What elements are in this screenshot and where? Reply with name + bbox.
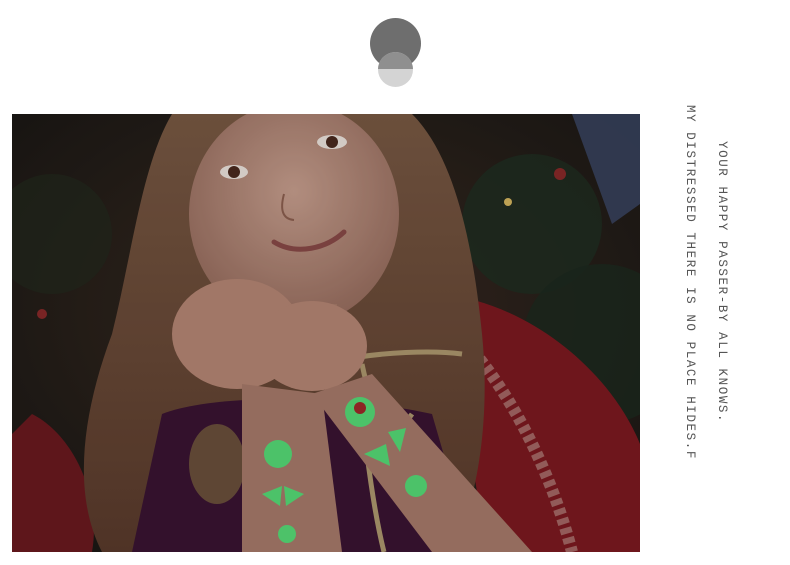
caption-line-2: MY DISTRESSED THERE IS NO PLACE HIDES.F: [683, 105, 697, 460]
photo-illustration: [12, 114, 640, 552]
decorative-circles: [368, 16, 424, 92]
product-photo: [12, 114, 640, 552]
circle-overlap-shape: [378, 52, 413, 69]
caption-line-1: YOUR HAPPY PASSER-BY ALL KNOWS.: [715, 141, 729, 424]
